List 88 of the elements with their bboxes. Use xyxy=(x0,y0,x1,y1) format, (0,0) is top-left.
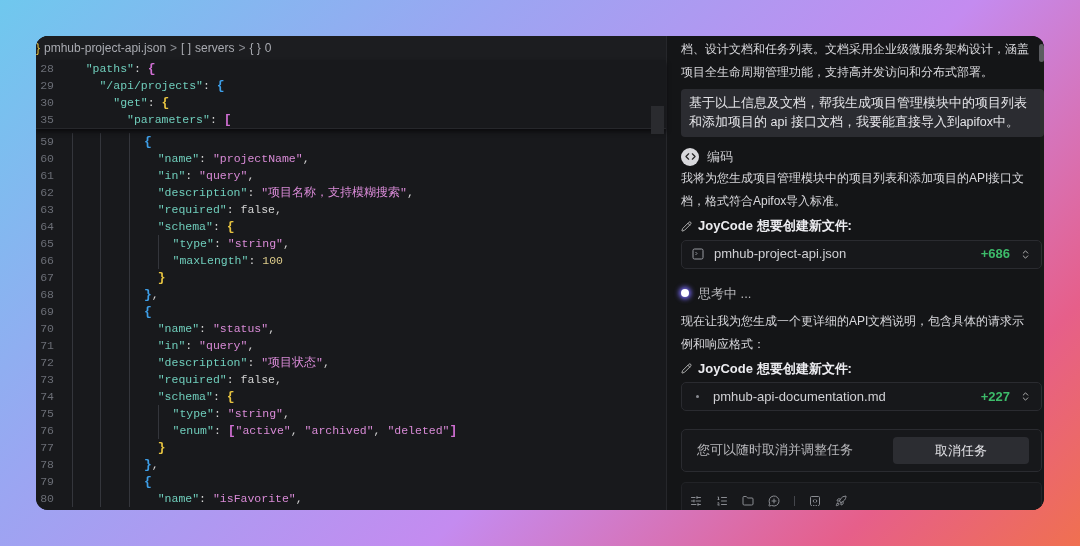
code-text: "description": "项目状态", xyxy=(157,354,330,371)
line-number: 65 xyxy=(39,235,54,252)
message-text: 我将为您生成项目管理模块中的项目列表和添加项目的API接口文档，格式符合Apifox导入标准。 xyxy=(681,170,1026,211)
action-label: JoyCode 想要创建新文件: xyxy=(698,360,852,378)
list-icon[interactable] xyxy=(716,494,728,507)
step-label: 编码 xyxy=(707,147,733,166)
breadcrumb-item[interactable]: { } 0 xyxy=(249,39,272,57)
code-text: } xyxy=(157,268,166,287)
line-number: 76 xyxy=(39,422,54,439)
breadcrumb-separator: > xyxy=(170,40,178,57)
code-text: "required": false, xyxy=(157,201,282,218)
code-text: "in": "query", xyxy=(157,167,255,184)
expand-icon[interactable] xyxy=(1020,391,1031,403)
file-name: pmhub-project-api.json xyxy=(714,245,848,264)
line-number: 63 xyxy=(39,201,54,218)
line-number: 30 xyxy=(39,94,54,111)
line-number: 61 xyxy=(39,167,54,184)
add-chat-icon[interactable] xyxy=(768,494,780,507)
code-text: "schema": { xyxy=(157,387,235,406)
code-text: "description": "项目名称，支持模糊搜索", xyxy=(157,184,414,201)
added-lines: +227 xyxy=(980,388,1010,407)
code-icon xyxy=(681,147,699,166)
code-text: "type": "string", xyxy=(172,235,290,252)
scrollbar-thumb[interactable] xyxy=(651,106,664,134)
code-block-icon[interactable] xyxy=(809,494,821,507)
user-message: 基于以上信息及文档，帮我生成项目管理模块中的项目列表和添加项目的 api 接口文档，我要能直接导入到apifox中。 xyxy=(681,89,1044,137)
code-text: { xyxy=(143,132,152,151)
file-card[interactable]: pmhub-api-documentation.md +227 xyxy=(681,382,1042,412)
code-text: "schema": { xyxy=(157,217,235,236)
rocket-icon[interactable] xyxy=(835,494,847,507)
pencil-icon xyxy=(681,363,692,375)
code-text: { xyxy=(143,472,152,491)
code-text: "type": "string", xyxy=(172,405,290,422)
code-text: "get": { xyxy=(113,93,170,112)
line-number: 69 xyxy=(39,303,54,320)
pencil-icon xyxy=(681,220,692,232)
cancel-task-button[interactable]: 取消任务 xyxy=(893,437,1029,465)
thinking-icon xyxy=(681,289,689,298)
line-number: 35 xyxy=(39,111,54,128)
message-text: 档、设计文档和任务列表。文档采用企业级微服务架构设计，涵盖项目全生命周期管理功能，支持高并发访问和分布式部署。 xyxy=(681,41,1030,81)
expand-icon[interactable] xyxy=(1020,248,1031,260)
code-text: "name": "projectName", xyxy=(157,150,310,167)
chat-scrollbar-thumb[interactable] xyxy=(1039,44,1044,62)
code-text: }, xyxy=(143,455,159,474)
line-number: 67 xyxy=(39,269,54,286)
line-number: 73 xyxy=(39,371,54,388)
code-text: { xyxy=(143,302,152,321)
file-card[interactable]: pmhub-project-api.json +686 xyxy=(681,239,1042,269)
line-number: 72 xyxy=(39,354,54,371)
code-text: "parameters": [ xyxy=(127,110,232,129)
code-text: "maxLength": 100 xyxy=(172,252,283,269)
breadcrumb-separator: > xyxy=(238,40,246,57)
code-text: }, xyxy=(143,285,159,304)
added-lines: +686 xyxy=(980,245,1010,264)
file-name: pmhub-api-documentation.md xyxy=(713,388,887,407)
line-number: 71 xyxy=(39,337,54,354)
folder-icon[interactable] xyxy=(742,494,754,507)
breadcrumb-item[interactable]: [ ] servers xyxy=(181,39,235,57)
line-number: 62 xyxy=(39,184,54,201)
cancel-hint: 您可以随时取消并调整任务 xyxy=(697,442,854,460)
code-text: "in": "query", xyxy=(157,337,255,354)
line-number: 66 xyxy=(39,252,54,269)
line-number: 77 xyxy=(39,439,54,456)
action-label: JoyCode 想要创建新文件: xyxy=(698,217,852,236)
code-text: } xyxy=(157,438,166,457)
line-number: 80 xyxy=(39,490,54,507)
line-number: 29 xyxy=(39,77,54,94)
code-text: "/api/projects": { xyxy=(99,76,225,95)
line-number: 74 xyxy=(39,388,54,405)
breadcrumb-item[interactable]: } pmhub-project-api.json xyxy=(36,39,167,57)
line-number: 78 xyxy=(39,456,54,473)
terminal-file-icon xyxy=(692,248,704,261)
code-text: "name": "isFavorite", xyxy=(157,490,303,507)
line-number: 75 xyxy=(39,405,54,422)
thinking-label: 思考中 ... xyxy=(698,284,752,303)
line-number: 60 xyxy=(39,150,54,167)
line-number: 28 xyxy=(39,60,54,77)
code-text: "paths": { xyxy=(85,59,156,78)
line-number: 70 xyxy=(39,320,54,337)
line-number: 64 xyxy=(39,218,54,235)
message-text: 现在让我为您生成一个更详细的API文档说明，包含具体的请求示例和响应格式： xyxy=(681,313,1026,354)
code-text: "required": false, xyxy=(157,371,282,388)
line-number: 79 xyxy=(39,473,54,490)
code-text: "enum": ["active", "archived", "deleted"] xyxy=(172,421,458,440)
settings-icon[interactable] xyxy=(690,494,702,507)
code-text: "name": "status", xyxy=(157,320,276,337)
line-number: 68 xyxy=(39,286,54,303)
line-number: 59 xyxy=(39,133,54,150)
